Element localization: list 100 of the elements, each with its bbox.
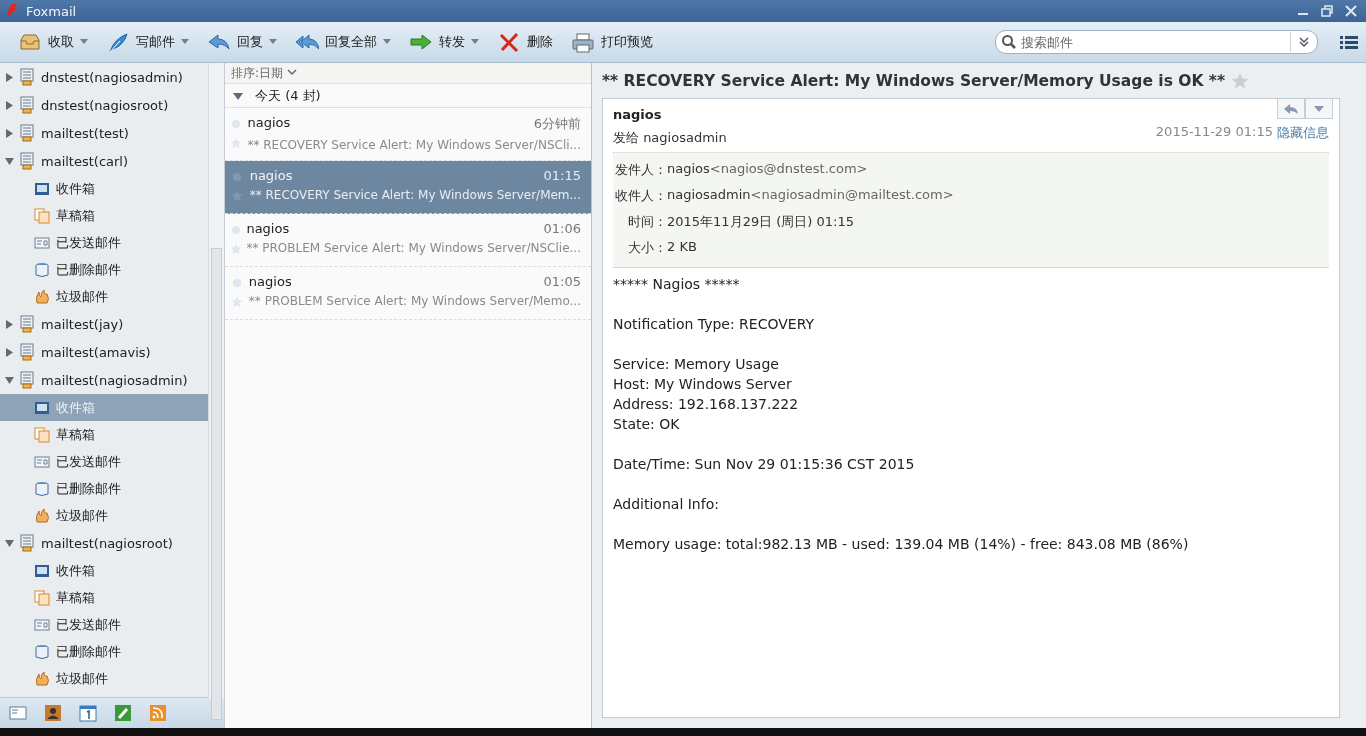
note-pencil-icon[interactable] — [113, 704, 133, 722]
mail-icon[interactable] — [8, 704, 28, 722]
reply-button[interactable] — [1277, 99, 1305, 119]
message-date: 2015-11-29 01:15 — [1155, 124, 1273, 141]
envelope-icon — [34, 616, 50, 633]
trash-can-icon — [34, 643, 50, 660]
scrollbar-thumb[interactable] — [211, 248, 222, 720]
detail-label: 发件人： — [615, 161, 667, 179]
folder-item[interactable]: 已发送邮件 — [0, 611, 208, 638]
account-item[interactable]: mailtest(amavis) — [0, 338, 208, 366]
reply-arrow-icon — [1283, 101, 1299, 116]
message-item[interactable]: nagios 01:06 ** PROBLEM Service Alert: My Windows Server/NSClie... — [225, 214, 591, 267]
delete-x-icon — [497, 31, 521, 53]
folder-item[interactable]: 已删除邮件 — [0, 475, 208, 502]
unread-dot-icon[interactable] — [231, 278, 242, 288]
unread-dot-icon[interactable] — [231, 119, 242, 129]
caret-icon — [1314, 104, 1324, 113]
monitor-icon — [34, 562, 50, 579]
sender-name: nagios — [246, 221, 290, 236]
hide-details-link[interactable]: 隐藏信息 — [1277, 124, 1329, 142]
collapse-triangle-icon[interactable] — [5, 375, 14, 385]
detail-value: 2 KB — [667, 239, 697, 254]
folder-item[interactable]: 垃圾邮件 — [0, 665, 208, 692]
chevron-down-icon — [287, 69, 298, 77]
expand-triangle-icon[interactable] — [5, 72, 14, 82]
message-subject: ** PROBLEM Service Alert: My Windows Server/Memo... — [248, 294, 581, 308]
expand-triangle-icon[interactable] — [5, 347, 14, 357]
account-item[interactable]: mailtest(carl) — [0, 147, 208, 175]
detail-label: 大小： — [627, 239, 667, 257]
star-icon[interactable] — [1231, 71, 1250, 90]
right-arrow-icon — [409, 31, 433, 53]
star-icon[interactable] — [230, 296, 243, 308]
message-item[interactable]: nagios 01:15 ** RECOVERY Service Alert: My Windows Server/Mem... — [225, 161, 591, 214]
folder-item[interactable]: 垃圾邮件 — [0, 502, 208, 529]
body-text: ***** Nagios ***** — [613, 275, 741, 294]
folder-item[interactable]: 收件箱 — [0, 557, 208, 584]
message-subject: ** PROBLEM Service Alert: My Windows Server/NSClie... — [246, 241, 581, 255]
body-text: Address: 192.168.137.222 — [613, 395, 800, 414]
collapse-triangle-icon[interactable] — [5, 538, 14, 548]
unread-dot-icon[interactable] — [230, 225, 241, 235]
detail-value: nagiosadmin — [667, 187, 751, 202]
folder-item[interactable]: 草稿箱 — [0, 421, 208, 448]
sender-name: nagios — [613, 107, 663, 122]
contact-card-icon[interactable] — [43, 704, 63, 722]
sort-dropdown[interactable]: 排序:日期 — [231, 64, 298, 82]
account-item[interactable]: mailtest(jay) — [0, 310, 208, 338]
close-icon[interactable] — [1344, 4, 1358, 18]
sender-name: nagios — [248, 274, 292, 289]
restore-icon[interactable] — [1320, 4, 1334, 18]
folder-item[interactable]: 已发送邮件 — [0, 448, 208, 475]
toolbar-button[interactable]: 回复 — [201, 27, 283, 57]
expand-triangle-icon[interactable] — [5, 319, 14, 329]
detail-label: 时间： — [627, 213, 667, 231]
documents-icon — [34, 207, 50, 224]
folder-item[interactable]: 草稿箱 — [0, 202, 208, 229]
detail-label: 收件人： — [615, 187, 667, 205]
folder-item[interactable]: 已发送邮件 — [0, 229, 208, 256]
server-icon — [18, 534, 36, 552]
calendar-icon[interactable] — [78, 704, 98, 722]
body-text: Notification Type: RECOVERY — [613, 315, 816, 334]
account-item[interactable]: mailtest(test) — [0, 119, 208, 147]
account-item[interactable]: dnstest(nagiosadmin) — [0, 63, 208, 91]
server-icon — [18, 124, 36, 142]
message-time: 01:05 — [543, 274, 581, 289]
body-text: State: OK — [613, 415, 681, 434]
server-icon — [18, 371, 36, 389]
message-time: 6分钟前 — [533, 115, 581, 133]
toolbar-button[interactable]: 打印预览 — [565, 27, 659, 57]
collapse-triangle-icon[interactable] — [5, 156, 14, 166]
folder-item[interactable]: 垃圾邮件 — [0, 283, 208, 310]
expand-triangle-icon[interactable] — [5, 100, 14, 110]
menu-icon[interactable] — [1340, 34, 1358, 50]
search-field[interactable]: 搜索邮件 — [995, 30, 1318, 54]
toolbar-button[interactable]: 转发 — [403, 27, 485, 57]
sender-name: nagios — [247, 115, 291, 132]
app-logo-icon — [4, 1, 20, 18]
star-icon[interactable] — [230, 137, 243, 149]
message-subject: ** RECOVERY Service Alert: My Windows Server/Mem... — [249, 188, 581, 202]
account-item[interactable]: mailtest(nagiosroot) — [0, 529, 208, 557]
toolbar-button[interactable]: 删除 — [491, 27, 559, 57]
server-icon — [18, 68, 36, 86]
message-time: 01:06 — [543, 221, 581, 236]
rss-feed-icon[interactable] — [148, 704, 168, 722]
detail-value: 2015年11月29日 (周日) 01:15 — [667, 214, 855, 229]
inbox-tray-icon — [18, 31, 42, 53]
folder-item[interactable]: 草稿箱 — [0, 584, 208, 611]
toolbar-button[interactable]: 回复全部 — [289, 27, 397, 57]
more-button[interactable] — [1305, 99, 1333, 119]
account-item[interactable]: dnstest(nagiosroot) — [0, 91, 208, 119]
group-header[interactable]: 今天 (4 封) — [225, 85, 591, 108]
expand-triangle-icon[interactable] — [5, 128, 14, 138]
toolbar-button[interactable]: 收取 — [12, 27, 94, 57]
account-item[interactable]: mailtest(nagiosadmin) — [0, 366, 208, 394]
folder-item[interactable]: 已删除邮件 — [0, 256, 208, 283]
email-address: <nagios@dnstest.com> — [709, 161, 868, 176]
message-item[interactable]: nagios 01:05 ** PROBLEM Service Alert: My Windows Server/Memo... — [225, 267, 591, 320]
star-icon[interactable] — [229, 243, 242, 255]
folder-item[interactable]: 收件箱 — [0, 175, 208, 202]
toolbar-button[interactable]: 写邮件 — [100, 27, 195, 57]
folder-item[interactable]: 已删除邮件 — [0, 638, 208, 665]
